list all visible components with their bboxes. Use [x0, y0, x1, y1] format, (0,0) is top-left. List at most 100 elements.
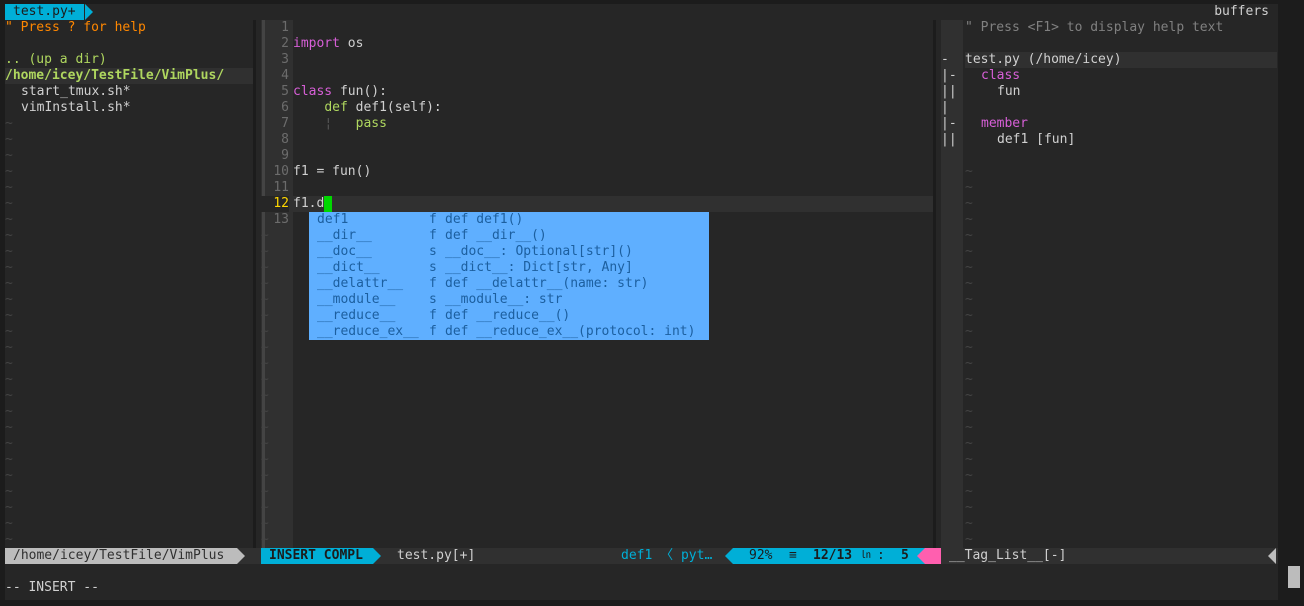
statusline-percent-arrow — [725, 548, 733, 564]
taglist-file-entry[interactable]: test.py (/home/icey) — [965, 52, 1277, 68]
empty-line-marker: ~ — [5, 260, 13, 275]
line-number: 1 — [281, 20, 289, 35]
empty-line-marker: ~ — [5, 340, 13, 355]
completion-word: def1 — [317, 212, 349, 227]
line-number: 11 — [273, 180, 289, 195]
completion-item[interactable]: __delattr__ f def __delattr__(name: str) — [317, 276, 649, 292]
code-line[interactable]: import os — [293, 36, 363, 52]
statusline-nerdtree-path: /home/icey/TestFile/VimPlus — [5, 548, 237, 564]
completion-kind: s — [429, 244, 437, 259]
nerdtree-pane[interactable]: " Press ? for help .. (up a dir) /home/i… — [5, 20, 253, 548]
empty-line-marker: ~ — [965, 388, 973, 403]
empty-line-marker: ~ — [5, 132, 13, 147]
statusline-position: 12/13 — [813, 548, 853, 563]
statusline-percent: 92% — [749, 548, 773, 563]
empty-line-marker: ~ — [965, 228, 973, 243]
nerdtree-root[interactable]: /home/icey/TestFile/VimPlus/ — [5, 68, 253, 84]
taglist-fold-sign: || — [941, 84, 957, 99]
taglist-member-label[interactable]: member — [981, 116, 1028, 132]
empty-line-marker: ~ — [965, 308, 973, 323]
code-token: ¦ — [324, 116, 333, 131]
empty-line-marker: ~ — [5, 212, 13, 227]
statusline-path-arrow — [237, 548, 245, 564]
statusline-warning-arrow — [917, 548, 925, 564]
empty-line-marker: ~ — [5, 180, 13, 195]
nerdtree-file-start-tmux[interactable]: start_tmux.sh* — [21, 84, 131, 100]
completion-signature: __module__: str — [445, 292, 563, 307]
empty-line-marker: ~ — [5, 452, 13, 467]
code-token: import — [293, 36, 340, 51]
code-line[interactable]: def def1(self): — [293, 100, 442, 116]
completion-item[interactable]: __module__ s __module__: str — [317, 292, 562, 308]
line-number: 6 — [281, 100, 289, 115]
empty-line-marker: ~ — [965, 516, 973, 531]
split-divider-right[interactable] — [933, 20, 936, 548]
empty-line-marker: ~ — [5, 196, 13, 211]
code-line[interactable]: class fun(): — [293, 84, 387, 100]
code-line[interactable]: f1.d — [293, 196, 933, 212]
line-number-icon: ㏑ — [861, 550, 871, 561]
line-number: 7 — [281, 116, 289, 131]
statusline-mode: INSERT COMPL — [261, 548, 373, 564]
statusline-position-block: 92% ≡ 12/13 ㏑ : 5 — [733, 548, 925, 564]
completion-signature: def __reduce_ex__(protocol: int) — [445, 324, 696, 339]
empty-line-marker: ~ — [261, 516, 269, 531]
completion-word: __module__ — [317, 292, 396, 307]
empty-line-marker: ~ — [965, 180, 973, 195]
completion-item[interactable]: __reduce_ex__ f def __reduce_ex__(protocol… — [317, 324, 695, 340]
code-token: f1 = fun() — [293, 164, 372, 179]
empty-line-marker: ~ — [5, 148, 13, 163]
empty-line-marker: ~ — [261, 532, 269, 547]
code-line[interactable]: ¦ pass — [293, 116, 387, 132]
empty-line-marker: ~ — [965, 164, 973, 179]
terminal-scrollbar[interactable] — [1286, 0, 1302, 606]
empty-line-marker: ~ — [261, 276, 269, 291]
empty-line-marker: ~ — [261, 484, 269, 499]
code-token: def — [324, 100, 348, 115]
tab-test-py[interactable]: test.py+ — [5, 4, 84, 20]
code-line[interactable]: f1 = fun() — [293, 164, 371, 180]
empty-line-marker: ~ — [965, 340, 973, 355]
completion-item[interactable]: __doc__ s __doc__: Optional[str]() — [317, 244, 633, 260]
empty-line-marker: ~ — [965, 532, 973, 547]
statusline-tag-name: def1 — [621, 548, 653, 563]
taglist-class-item[interactable]: fun — [997, 84, 1020, 100]
empty-line-marker: ~ — [5, 388, 13, 403]
completion-item[interactable]: __reduce__ f def __reduce__() — [317, 308, 570, 324]
completion-popup[interactable]: def1 f def def1() __dir__ f def __dir__() __do… — [309, 212, 709, 340]
taglist-class-label[interactable]: class — [981, 68, 1020, 84]
nerdtree-file-viminstall[interactable]: vimInstall.sh* — [21, 100, 131, 116]
completion-kind: f — [429, 228, 437, 243]
completion-word: __dict__ — [317, 260, 380, 275]
empty-line-marker: ~ — [5, 500, 13, 515]
nerdtree-up-dir[interactable]: .. (up a dir) — [5, 52, 107, 68]
empty-line-marker: ~ — [965, 404, 973, 419]
nerdtree-help: " Press ? for help — [5, 20, 146, 35]
code-token: def1(self): — [347, 100, 442, 115]
line-number: 3 — [281, 52, 289, 67]
tab-separator — [85, 4, 93, 20]
completion-kind: f — [429, 212, 437, 227]
split-divider-left[interactable] — [253, 20, 256, 548]
empty-line-marker: ~ — [261, 452, 269, 467]
completion-item[interactable]: __dict__ s __dict__: Dict[str, Any] — [317, 260, 633, 276]
empty-line-marker: ~ — [965, 500, 973, 515]
completion-signature: def __reduce__() — [445, 308, 571, 323]
empty-line-marker: ~ — [5, 484, 13, 499]
completion-kind: f — [429, 324, 437, 339]
completion-item[interactable]: def1 f def def1() — [317, 212, 523, 228]
empty-line-marker: ~ — [965, 484, 973, 499]
scrollbar-thumb[interactable] — [1288, 566, 1300, 588]
empty-line-marker: ~ — [261, 436, 269, 451]
taglist-fold-sign: |- — [941, 116, 957, 131]
statusline-taglist-name: __Tag_List__[-] — [949, 548, 1067, 563]
completion-kind: f — [429, 276, 437, 291]
taglist-help: " Press <F1> to display help text — [965, 20, 1224, 35]
completion-word: __doc__ — [317, 244, 372, 259]
empty-line-marker: ~ — [965, 324, 973, 339]
taglist-member-item[interactable]: def1 [fun] — [997, 132, 1075, 148]
completion-item[interactable]: __dir__ f def __dir__() — [317, 228, 547, 244]
